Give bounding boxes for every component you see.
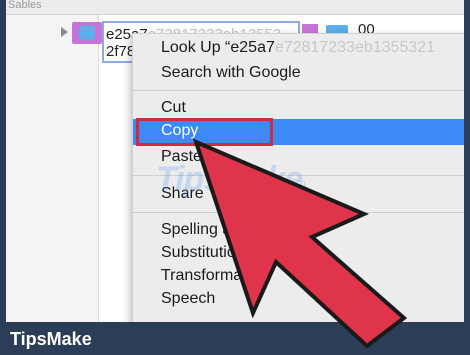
- arrow-shape: [192, 138, 408, 349]
- pointer-arrow-icon: [192, 138, 408, 349]
- brand-logo-text: TipsMake: [10, 329, 92, 349]
